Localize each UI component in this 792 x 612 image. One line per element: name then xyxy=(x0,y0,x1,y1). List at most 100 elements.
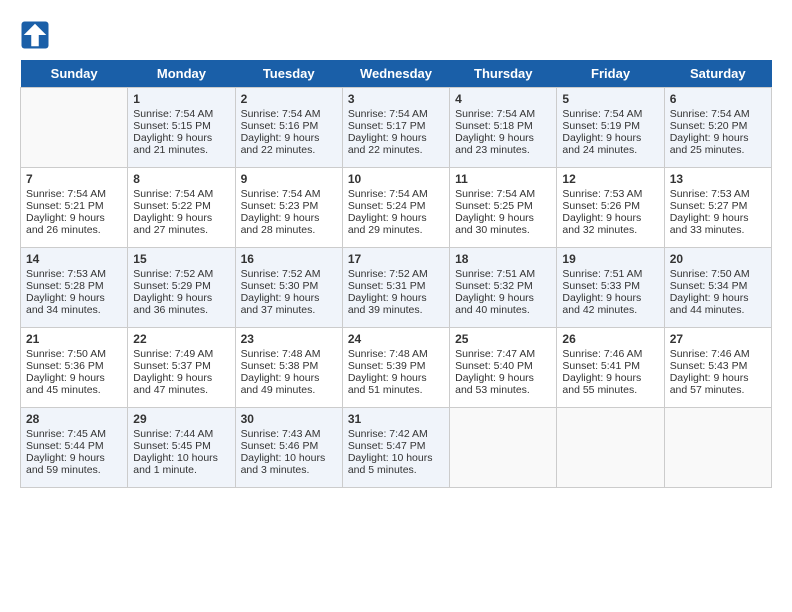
day-info-line: Daylight: 9 hours xyxy=(670,212,766,224)
day-info-line: Daylight: 9 hours xyxy=(133,292,229,304)
day-info-line: Sunset: 5:37 PM xyxy=(133,360,229,372)
day-info-line: Sunset: 5:41 PM xyxy=(562,360,658,372)
day-info-line: Daylight: 9 hours xyxy=(670,292,766,304)
day-info-line: Sunset: 5:39 PM xyxy=(348,360,444,372)
day-info-line: and 57 minutes. xyxy=(670,384,766,396)
day-of-week-header: Saturday xyxy=(664,60,771,88)
day-info-line: Sunrise: 7:53 AM xyxy=(670,188,766,200)
day-info-line: Sunrise: 7:54 AM xyxy=(241,108,337,120)
day-info-line: Sunrise: 7:47 AM xyxy=(455,348,551,360)
day-number: 5 xyxy=(562,92,658,106)
day-info-line: and 34 minutes. xyxy=(26,304,122,316)
calendar-cell: 23Sunrise: 7:48 AMSunset: 5:38 PMDayligh… xyxy=(235,328,342,408)
day-info-line: Sunrise: 7:54 AM xyxy=(348,108,444,120)
day-info-line: and 23 minutes. xyxy=(455,144,551,156)
calendar-week-row: 1Sunrise: 7:54 AMSunset: 5:15 PMDaylight… xyxy=(21,88,772,168)
day-info-line: Sunset: 5:17 PM xyxy=(348,120,444,132)
day-info-line: and 25 minutes. xyxy=(670,144,766,156)
day-info-line: Sunrise: 7:51 AM xyxy=(562,268,658,280)
day-number: 25 xyxy=(455,332,551,346)
day-info-line: Sunset: 5:43 PM xyxy=(670,360,766,372)
day-number: 12 xyxy=(562,172,658,186)
calendar-cell: 25Sunrise: 7:47 AMSunset: 5:40 PMDayligh… xyxy=(450,328,557,408)
day-info-line: Sunrise: 7:52 AM xyxy=(348,268,444,280)
day-info-line: Daylight: 9 hours xyxy=(670,372,766,384)
day-info-line: Sunset: 5:31 PM xyxy=(348,280,444,292)
day-number: 31 xyxy=(348,412,444,426)
day-info-line: Sunrise: 7:46 AM xyxy=(562,348,658,360)
day-info-line: and 53 minutes. xyxy=(455,384,551,396)
day-info-line: Sunset: 5:21 PM xyxy=(26,200,122,212)
day-number: 7 xyxy=(26,172,122,186)
day-info-line: Sunrise: 7:42 AM xyxy=(348,428,444,440)
logo xyxy=(20,20,54,50)
day-of-week-header: Wednesday xyxy=(342,60,449,88)
day-number: 15 xyxy=(133,252,229,266)
calendar-cell: 6Sunrise: 7:54 AMSunset: 5:20 PMDaylight… xyxy=(664,88,771,168)
day-info-line: Daylight: 9 hours xyxy=(455,292,551,304)
calendar-cell: 27Sunrise: 7:46 AMSunset: 5:43 PMDayligh… xyxy=(664,328,771,408)
day-info-line: Daylight: 9 hours xyxy=(241,212,337,224)
calendar-cell: 29Sunrise: 7:44 AMSunset: 5:45 PMDayligh… xyxy=(128,408,235,488)
day-number: 8 xyxy=(133,172,229,186)
day-of-week-header: Friday xyxy=(557,60,664,88)
day-number: 20 xyxy=(670,252,766,266)
day-info-line: Daylight: 9 hours xyxy=(26,372,122,384)
day-info-line: and 45 minutes. xyxy=(26,384,122,396)
day-info-line: Daylight: 9 hours xyxy=(455,132,551,144)
calendar-cell xyxy=(664,408,771,488)
calendar-cell: 15Sunrise: 7:52 AMSunset: 5:29 PMDayligh… xyxy=(128,248,235,328)
calendar-header-row: SundayMondayTuesdayWednesdayThursdayFrid… xyxy=(21,60,772,88)
day-info-line: Sunrise: 7:52 AM xyxy=(241,268,337,280)
day-number: 18 xyxy=(455,252,551,266)
day-number: 2 xyxy=(241,92,337,106)
day-info-line: Sunset: 5:18 PM xyxy=(455,120,551,132)
day-number: 17 xyxy=(348,252,444,266)
day-number: 4 xyxy=(455,92,551,106)
day-info-line: and 55 minutes. xyxy=(562,384,658,396)
calendar-cell: 3Sunrise: 7:54 AMSunset: 5:17 PMDaylight… xyxy=(342,88,449,168)
day-info-line: Daylight: 9 hours xyxy=(26,452,122,464)
day-info-line: Sunrise: 7:48 AM xyxy=(241,348,337,360)
day-info-line: Sunset: 5:32 PM xyxy=(455,280,551,292)
calendar-cell: 13Sunrise: 7:53 AMSunset: 5:27 PMDayligh… xyxy=(664,168,771,248)
day-info-line: Sunset: 5:45 PM xyxy=(133,440,229,452)
day-info-line: Daylight: 9 hours xyxy=(348,212,444,224)
day-info-line: and 51 minutes. xyxy=(348,384,444,396)
day-info-line: Sunset: 5:28 PM xyxy=(26,280,122,292)
day-number: 19 xyxy=(562,252,658,266)
day-number: 22 xyxy=(133,332,229,346)
day-number: 30 xyxy=(241,412,337,426)
calendar-cell: 20Sunrise: 7:50 AMSunset: 5:34 PMDayligh… xyxy=(664,248,771,328)
day-info-line: and 1 minute. xyxy=(133,464,229,476)
day-info-line: Daylight: 9 hours xyxy=(241,292,337,304)
calendar-cell: 12Sunrise: 7:53 AMSunset: 5:26 PMDayligh… xyxy=(557,168,664,248)
day-number: 6 xyxy=(670,92,766,106)
day-info-line: Daylight: 9 hours xyxy=(455,212,551,224)
day-info-line: Sunset: 5:20 PM xyxy=(670,120,766,132)
day-info-line: Sunrise: 7:50 AM xyxy=(26,348,122,360)
day-info-line: Sunrise: 7:54 AM xyxy=(26,188,122,200)
day-info-line: and 39 minutes. xyxy=(348,304,444,316)
day-info-line: and 26 minutes. xyxy=(26,224,122,236)
day-info-line: and 22 minutes. xyxy=(348,144,444,156)
day-info-line: and 28 minutes. xyxy=(241,224,337,236)
day-info-line: Sunrise: 7:44 AM xyxy=(133,428,229,440)
day-info-line: Sunrise: 7:54 AM xyxy=(133,108,229,120)
day-info-line: and 33 minutes. xyxy=(670,224,766,236)
calendar-cell: 28Sunrise: 7:45 AMSunset: 5:44 PMDayligh… xyxy=(21,408,128,488)
calendar-cell: 19Sunrise: 7:51 AMSunset: 5:33 PMDayligh… xyxy=(557,248,664,328)
day-info-line: Sunset: 5:44 PM xyxy=(26,440,122,452)
day-info-line: Sunrise: 7:52 AM xyxy=(133,268,229,280)
day-number: 21 xyxy=(26,332,122,346)
day-info-line: Daylight: 9 hours xyxy=(133,132,229,144)
day-info-line: and 44 minutes. xyxy=(670,304,766,316)
day-info-line: Daylight: 10 hours xyxy=(133,452,229,464)
calendar-cell: 8Sunrise: 7:54 AMSunset: 5:22 PMDaylight… xyxy=(128,168,235,248)
day-info-line: and 27 minutes. xyxy=(133,224,229,236)
day-info-line: and 24 minutes. xyxy=(562,144,658,156)
day-info-line: Sunset: 5:19 PM xyxy=(562,120,658,132)
day-info-line: and 40 minutes. xyxy=(455,304,551,316)
day-info-line: Sunset: 5:33 PM xyxy=(562,280,658,292)
day-info-line: Sunset: 5:23 PM xyxy=(241,200,337,212)
